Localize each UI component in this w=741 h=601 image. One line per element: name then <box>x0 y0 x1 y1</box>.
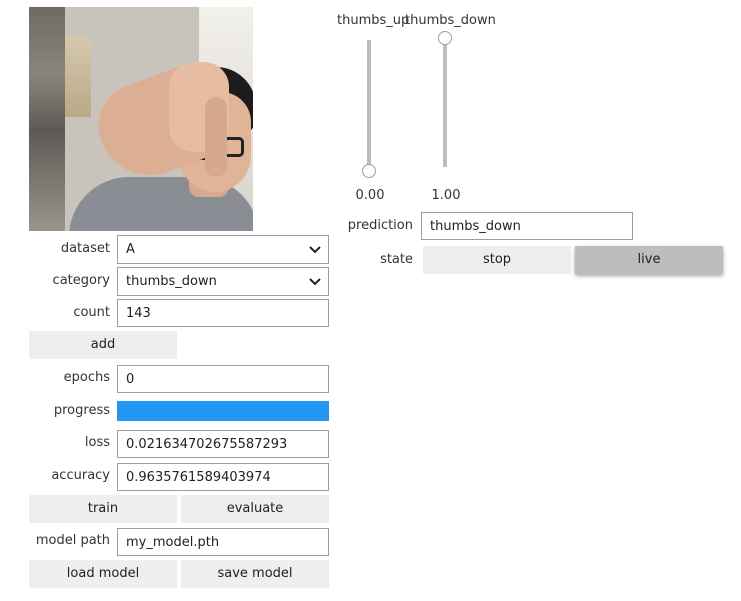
state-label: state <box>380 252 413 267</box>
progress-label: progress <box>53 403 110 418</box>
dataset-select[interactable]: A <box>117 235 329 264</box>
slider-label-thumbs-down: thumbs_down <box>405 13 496 28</box>
state-stop-button[interactable]: stop <box>423 246 571 274</box>
accuracy-field[interactable]: 0.9635761589403974 <box>117 463 329 491</box>
load-model-button[interactable]: load model <box>29 560 177 588</box>
category-select[interactable]: thumbs_down <box>117 267 329 296</box>
loss-label: loss <box>84 435 110 450</box>
category-value: thumbs_down <box>126 274 217 289</box>
train-button[interactable]: train <box>29 495 177 523</box>
state-live-button[interactable]: live <box>575 246 723 274</box>
epochs-field[interactable]: 0 <box>117 365 329 393</box>
prediction-label: prediction <box>347 218 413 233</box>
category-label: category <box>52 273 110 288</box>
slider-value-thumbs-down: 1.00 <box>431 188 461 203</box>
progress-bar-fill <box>117 401 329 421</box>
slider-handle[interactable] <box>362 164 376 178</box>
slider-value-thumbs-up: 0.00 <box>355 188 385 203</box>
dataset-value: A <box>126 242 135 257</box>
add-button[interactable]: add <box>29 331 177 359</box>
accuracy-label: accuracy <box>51 468 110 483</box>
count-field[interactable]: 143 <box>117 299 329 327</box>
save-model-button[interactable]: save model <box>181 560 329 588</box>
prediction-field[interactable]: thumbs_down <box>421 212 633 240</box>
camera-image <box>29 7 253 231</box>
progress-bar <box>117 401 329 421</box>
slider-label-thumbs-up: thumbs_up <box>337 13 410 28</box>
model-path-label: model path <box>35 533 110 548</box>
loss-field[interactable]: 0.021634702675587293 <box>117 430 329 458</box>
slider-thumbs-down[interactable] <box>438 31 452 171</box>
epochs-label: epochs <box>63 370 110 385</box>
slider-thumbs-up[interactable] <box>362 38 376 178</box>
chevron-down-icon <box>309 246 321 254</box>
model-path-field[interactable]: my_model.pth <box>117 528 329 556</box>
evaluate-button[interactable]: evaluate <box>181 495 329 523</box>
count-label: count <box>73 305 110 320</box>
slider-handle[interactable] <box>438 31 452 45</box>
chevron-down-icon <box>309 278 321 286</box>
dataset-label: dataset <box>60 241 110 256</box>
